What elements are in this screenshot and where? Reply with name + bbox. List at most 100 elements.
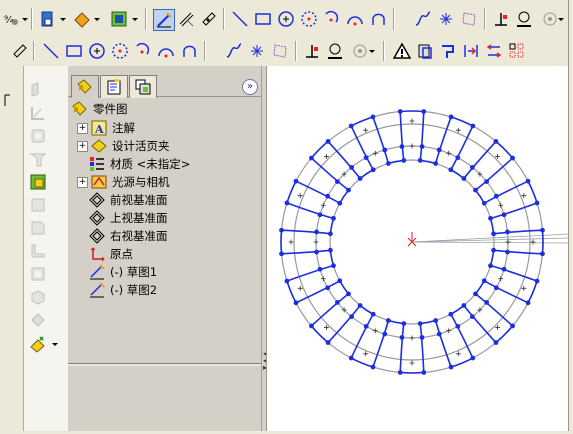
tree-item-origin[interactable]: 原点 bbox=[89, 245, 133, 263]
draft-icon[interactable] bbox=[28, 287, 48, 307]
relations-icon[interactable] bbox=[302, 41, 322, 61]
line-icon[interactable] bbox=[41, 41, 61, 61]
tree-item-annotations[interactable]: + A 注解 bbox=[77, 119, 135, 137]
sketch-point bbox=[419, 335, 425, 340]
threepoint-arc-icon[interactable] bbox=[368, 9, 388, 29]
center-mark bbox=[372, 328, 378, 334]
configuration-manager-tab[interactable] bbox=[129, 75, 157, 98]
new-part-icon[interactable] bbox=[38, 9, 58, 29]
sketch-point bbox=[385, 161, 391, 166]
expand-toggle[interactable]: + bbox=[77, 140, 88, 152]
extend-icon[interactable] bbox=[461, 41, 481, 61]
mirror-icon[interactable] bbox=[514, 9, 534, 29]
gear-tooth bbox=[285, 264, 341, 304]
tree-item-sketch2[interactable]: (-) 草图2 bbox=[89, 281, 157, 299]
hole-wizard-icon[interactable] bbox=[28, 310, 48, 330]
tree-item-design-binder[interactable]: + 设计活页夹 bbox=[77, 137, 170, 155]
spline-icon[interactable] bbox=[413, 9, 433, 29]
center-mark bbox=[297, 193, 303, 199]
grid-icon[interactable] bbox=[270, 41, 290, 61]
mirror-icon[interactable] bbox=[325, 41, 345, 61]
circle-icon[interactable] bbox=[87, 41, 107, 61]
threepoint-arc-icon[interactable] bbox=[179, 41, 199, 61]
tangent-arc-icon[interactable] bbox=[156, 41, 176, 61]
tree-item-label: 材质 <未指定> bbox=[110, 157, 191, 171]
spline-icon[interactable] bbox=[224, 41, 244, 61]
chevron-down-icon[interactable] bbox=[52, 334, 58, 354]
smart-dimension-icon[interactable]: ⁹⁄₄ bbox=[2, 9, 22, 29]
arc-icon[interactable] bbox=[299, 9, 319, 29]
gear-tooth bbox=[399, 110, 425, 161]
tree-item-lights-cameras[interactable]: + 光源与相机 bbox=[77, 173, 170, 191]
sketch-toolbar bbox=[0, 37, 573, 67]
point-icon[interactable] bbox=[247, 41, 267, 61]
tree-item-top-plane[interactable]: 上视基准面 bbox=[89, 209, 168, 227]
rebuild-icon[interactable] bbox=[109, 9, 129, 29]
chevron-down-icon[interactable] bbox=[60, 9, 66, 29]
chevron-down-icon[interactable] bbox=[369, 41, 375, 61]
gear-tooth bbox=[285, 180, 341, 220]
tree-item-material[interactable]: 材质 <未指定> bbox=[89, 155, 190, 173]
sketch-icon[interactable] bbox=[153, 9, 175, 31]
feature-manager-tab[interactable] bbox=[71, 75, 99, 98]
tree-item-front-plane[interactable]: 前视基准面 bbox=[89, 191, 168, 209]
fillet-icon[interactable] bbox=[28, 195, 48, 215]
tree-root[interactable]: 零件图 bbox=[72, 100, 128, 118]
rectangle-icon[interactable] bbox=[64, 41, 84, 61]
trim-icon[interactable] bbox=[438, 41, 458, 61]
sketch-point bbox=[501, 212, 507, 218]
chevron-down-icon[interactable] bbox=[132, 9, 138, 29]
expand-toggle[interactable]: + bbox=[77, 176, 88, 188]
relations-icon[interactable] bbox=[491, 9, 511, 29]
center-mark bbox=[320, 276, 326, 282]
tangent-arc-icon[interactable] bbox=[345, 9, 365, 29]
rectangle-icon[interactable] bbox=[253, 9, 273, 29]
dimension-icon[interactable] bbox=[10, 41, 30, 61]
property-manager-tab[interactable] bbox=[100, 75, 128, 98]
extrude-icon[interactable] bbox=[1, 90, 21, 110]
chevron-down-icon[interactable] bbox=[558, 9, 564, 29]
grid-icon[interactable] bbox=[459, 9, 479, 29]
convert-icon[interactable] bbox=[415, 41, 435, 61]
sketch-point bbox=[540, 227, 545, 233]
features-toolbar bbox=[24, 66, 69, 431]
centerpoint-arc-icon[interactable] bbox=[133, 41, 153, 61]
tilt-icon[interactable] bbox=[199, 9, 219, 29]
lofted-boss-icon[interactable] bbox=[28, 149, 48, 169]
point-icon[interactable] bbox=[436, 9, 456, 29]
swept-boss-icon[interactable] bbox=[28, 126, 48, 146]
sketch-point bbox=[484, 299, 490, 305]
paint-bucket-icon[interactable] bbox=[72, 9, 92, 29]
sketch-point bbox=[349, 164, 355, 170]
smart-dim-icon[interactable] bbox=[176, 9, 196, 29]
expand-toggle[interactable]: + bbox=[77, 122, 88, 134]
reference-geometry-icon[interactable] bbox=[28, 334, 48, 354]
chevron-down-icon[interactable] bbox=[94, 9, 100, 29]
arc-icon[interactable] bbox=[110, 41, 130, 61]
tree-item-sketch1[interactable]: (-) 草图1 bbox=[89, 263, 157, 281]
sketch-point bbox=[534, 278, 540, 284]
chevron-down-icon[interactable] bbox=[22, 9, 28, 29]
sketch-point bbox=[470, 355, 476, 361]
line-icon[interactable] bbox=[230, 9, 250, 29]
centerpoint-arc-icon[interactable] bbox=[322, 9, 342, 29]
circle-icon[interactable] bbox=[276, 9, 296, 29]
warning-icon[interactable] bbox=[392, 41, 412, 61]
collapse-panel-button[interactable]: » bbox=[242, 79, 258, 95]
chamfer-icon[interactable] bbox=[28, 218, 48, 238]
sketch-view[interactable] bbox=[267, 66, 570, 431]
shell-icon[interactable] bbox=[28, 264, 48, 284]
pattern-icon[interactable] bbox=[507, 41, 527, 61]
sketch-point bbox=[488, 215, 493, 221]
svg-text:⁹⁄₄: ⁹⁄₄ bbox=[4, 15, 14, 26]
split-icon[interactable] bbox=[484, 41, 504, 61]
extruded-cut-icon[interactable] bbox=[28, 172, 48, 192]
offset-icon[interactable] bbox=[350, 41, 370, 61]
revolved-boss-icon[interactable] bbox=[28, 103, 48, 123]
settings-icon[interactable] bbox=[540, 9, 560, 29]
extruded-boss-icon[interactable] bbox=[28, 80, 48, 100]
tree-item-right-plane[interactable]: 右视基准面 bbox=[89, 227, 168, 245]
sketch-point bbox=[325, 285, 331, 291]
rib-icon[interactable] bbox=[28, 241, 48, 261]
graphics-area[interactable] bbox=[266, 66, 573, 431]
